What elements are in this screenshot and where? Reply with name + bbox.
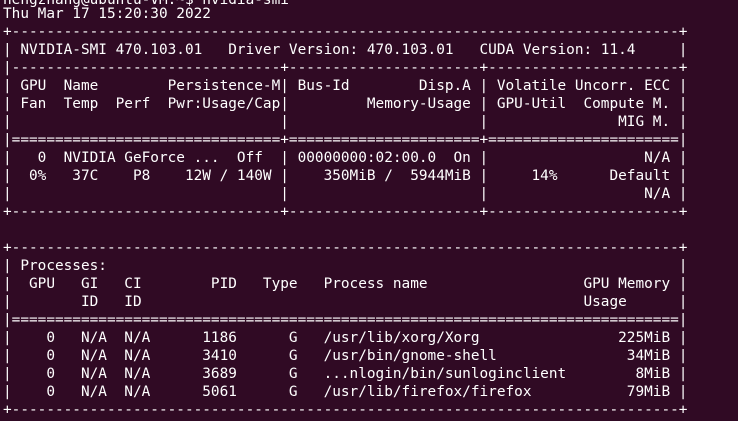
processes-header-row-2: | ID ID Usage | [3,294,688,310]
gpu-row-1: | 0 NVIDIA GeForce ... Off | 00000000:02… [3,150,688,166]
process-row: | 0 N/A N/A 1186 G /usr/lib/xorg/Xorg 22… [3,330,688,346]
timestamp-line: Thu Mar 17 15:20:30 2022 [3,6,211,22]
process-row: | 0 N/A N/A 5061 G /usr/lib/firefox/fire… [3,384,688,400]
smi-header-row-2: | Fan Temp Perf Pwr:Usage/Cap| Memory-Us… [3,96,688,112]
smi-header-row-3: | | | MIG M. | [3,114,688,130]
processes-bottom-border: +---------------------------------------… [3,402,688,418]
smi-header-separator: |===============================+=======… [3,132,688,148]
smi-header-divider: |-------------------------------+-------… [3,60,688,76]
processes-title-row: | Processes: | [3,258,688,274]
processes-header-row-1: | GPU GI CI PID Type Process name GPU Me… [3,276,688,292]
processes-top-border: +---------------------------------------… [3,240,688,256]
processes-header-separator: |=======================================… [3,312,688,328]
gpu-row-2: | 0% 37C P8 12W / 140W | 350MiB / 5944Mi… [3,168,688,184]
smi-version-row: | NVIDIA-SMI 470.103.01 Driver Version: … [3,42,688,58]
process-row: | 0 N/A N/A 3410 G /usr/bin/gnome-shell … [3,348,688,364]
terminal-window[interactable]: nengzhang@ubuntu-VM:~$ nvidia-smi Thu Ma… [0,0,738,421]
smi-bottom-border: +-------------------------------+-------… [3,204,688,220]
process-row: | 0 N/A N/A 3689 G ...nlogin/bin/sunlogi… [3,366,688,382]
smi-top-border: +---------------------------------------… [3,24,688,40]
gpu-row-3: | | | N/A | [3,186,688,202]
smi-header-row-1: | GPU Name Persistence-M| Bus-Id Disp.A … [3,78,688,94]
